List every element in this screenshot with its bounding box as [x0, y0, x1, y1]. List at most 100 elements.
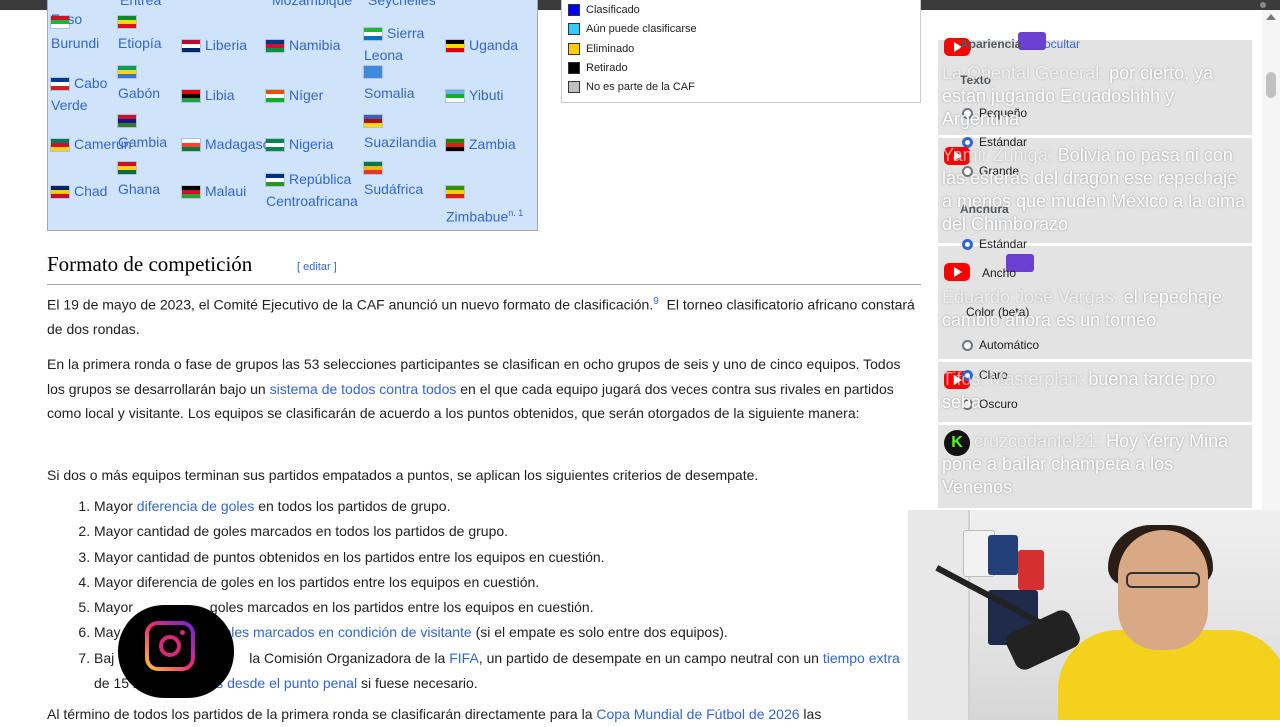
scroll-up-icon[interactable] — [1266, 14, 1276, 20]
legend-label: No es parte de la CAF — [586, 81, 695, 93]
list-text: Baj — [94, 649, 115, 666]
window-dot-icon — [1260, 2, 1266, 8]
list-item: Mayor cantidad de goles marcados en todo… — [94, 519, 954, 544]
paragraph-first-round: En la primera ronda o fase de grupos las… — [47, 352, 917, 426]
extra-time-link[interactable]: tiempo extra — [823, 650, 900, 666]
country-cell[interactable]: Somalia — [364, 60, 454, 104]
country-cell[interactable]: República Centroafricana — [266, 168, 358, 212]
country-name[interactable]: Zambia — [469, 136, 516, 152]
fifa-link[interactable]: FIFA — [449, 650, 479, 666]
chat-username: Tifosi Masterplan: — [942, 369, 1084, 389]
legend-item: No es parte de la CAF — [568, 80, 695, 94]
section-title: Formato de competición — [47, 252, 253, 276]
country-name[interactable]: Yibuti — [469, 87, 504, 103]
countries-table: Faso Entrea Mozambique Seychelles Burund… — [47, 0, 538, 231]
streamer-webcam — [908, 510, 1280, 720]
country-cell[interactable]: Namibia — [266, 34, 340, 56]
legend-swatch — [568, 81, 580, 94]
goal-difference-link[interactable]: diferencia de goles — [137, 498, 255, 514]
chat-username: Eduardo José Vargas: — [942, 287, 1119, 307]
round-robin-link[interactable]: sistema de todos contra todos — [270, 381, 457, 397]
flag-icon — [118, 16, 136, 29]
legend-swatch — [568, 43, 580, 56]
country-cell[interactable]: Níger — [266, 84, 323, 106]
flag-icon — [182, 139, 200, 152]
legend-box: Clasificado Aún puede clasificarse Elimi… — [561, 0, 921, 103]
flag-icon — [364, 28, 382, 41]
instagram-glyph-icon — [145, 621, 195, 671]
chat-message: Claro Oscuro Tifosi Masterplan: buena ta… — [938, 362, 1252, 422]
list-text: May — [94, 624, 121, 641]
flag-icon — [51, 16, 69, 29]
paragraph-text: El 19 de mayo de 2023, el Comité Ejecuti… — [47, 296, 654, 313]
country-cell[interactable]: Zambia — [446, 133, 516, 155]
country-cell[interactable]: Uganda — [446, 34, 518, 56]
legend-swatch — [568, 23, 580, 36]
list-text: en todos los partidos de grupo. — [254, 498, 451, 514]
table-partial-cell[interactable]: Entrea — [120, 0, 161, 8]
country-name[interactable]: Somalia — [364, 82, 454, 104]
chat-username: cruzcodantel21: — [974, 431, 1102, 451]
webcam-poster — [988, 535, 1018, 575]
chat-username: Yamir Zúñiga: — [942, 145, 1053, 165]
flag-icon — [51, 139, 69, 152]
stream-chat-overlay: Apariencia ocultar Texto Pequeño La Orie… — [936, 32, 1252, 508]
reference-link[interactable]: 9 — [653, 296, 659, 307]
flag-icon — [446, 139, 464, 152]
list-text: Mayor — [94, 599, 133, 616]
width-standard-option[interactable]: Estándar — [962, 237, 1027, 251]
color-automatic-option[interactable]: Automático — [962, 338, 1039, 352]
country-name[interactable]: Libia — [205, 87, 235, 103]
country-cell[interactable]: Nigeria — [266, 133, 333, 155]
flag-icon — [51, 78, 69, 91]
list-text: (si el empate es solo entre dos equipos)… — [471, 624, 728, 641]
country-cell[interactable]: Sudáfrica — [364, 156, 454, 200]
flag-icon — [118, 115, 136, 128]
note-reference[interactable]: n. 1 — [508, 208, 523, 218]
list-text: Mayor cantidad de goles marcados en todo… — [94, 523, 509, 540]
country-cell[interactable]: Libia — [182, 84, 235, 106]
radio-icon — [962, 340, 973, 352]
legend-label: Clasificado — [586, 4, 640, 16]
country-cell[interactable]: Malaui — [182, 180, 246, 202]
option-label: Estándar — [979, 237, 1028, 251]
legend-item: Clasificado — [568, 3, 640, 17]
country-cell[interactable]: Liberia — [182, 34, 247, 56]
appearance-hide-button[interactable]: ocultar — [1044, 37, 1080, 51]
country-name[interactable]: Malaui — [205, 183, 246, 199]
country-cell[interactable]: Suazilandia — [364, 109, 454, 153]
away-goals-link[interactable]: oles marcados en condición de visitante — [223, 624, 471, 640]
list-item: Mayor cantidad de puntos obtenidos en lo… — [94, 545, 954, 570]
country-name[interactable]: Zimbabue — [446, 209, 508, 225]
country-name[interactable]: Namibia — [289, 37, 340, 53]
country-name[interactable]: Suazilandia — [364, 131, 454, 153]
country-name[interactable]: Uganda — [469, 37, 518, 53]
chat-text: Tifosi Masterplan: buena tarde pro seba — [942, 368, 1248, 414]
country-name[interactable]: Liberia — [205, 37, 247, 53]
youtube-icon — [944, 263, 970, 281]
edit-section-link[interactable]: [ editar ] — [297, 261, 337, 273]
country-name[interactable]: Nigeria — [289, 136, 333, 152]
webcam-poster — [1018, 550, 1044, 590]
table-partial-cell[interactable]: Mozambique — [272, 0, 352, 8]
width-wide-option[interactable]: Ancho — [982, 266, 1016, 280]
flag-icon — [266, 90, 284, 103]
scrollbar-thumb[interactable] — [1266, 72, 1276, 98]
chat-text: La Oriental General: por cierto, ya esta… — [942, 62, 1248, 131]
country-cell[interactable]: Yibuti — [446, 84, 504, 106]
flag-icon — [118, 162, 136, 175]
flag-icon — [364, 162, 382, 175]
country-cell[interactable]: Zimbabuen. 1 — [446, 180, 537, 228]
paragraph-announcement: El 19 de mayo de 2023, el Comité Ejecuti… — [47, 290, 917, 342]
country-cell[interactable]: Chad — [51, 180, 107, 202]
table-partial-cell[interactable]: Seychelles — [368, 0, 436, 8]
list-text: si fuese necesario. — [357, 675, 478, 692]
country-name[interactable]: Níger — [289, 87, 323, 103]
country-name[interactable]: Sudáfrica — [364, 178, 454, 200]
webcam-background-door — [908, 510, 970, 720]
flag-icon — [118, 66, 136, 79]
country-name[interactable]: Chad — [74, 183, 107, 199]
flag-icon — [446, 40, 464, 53]
list-text: , un partido de desempate en un campo ne… — [478, 649, 823, 666]
legend-item: Eliminado — [568, 42, 634, 56]
